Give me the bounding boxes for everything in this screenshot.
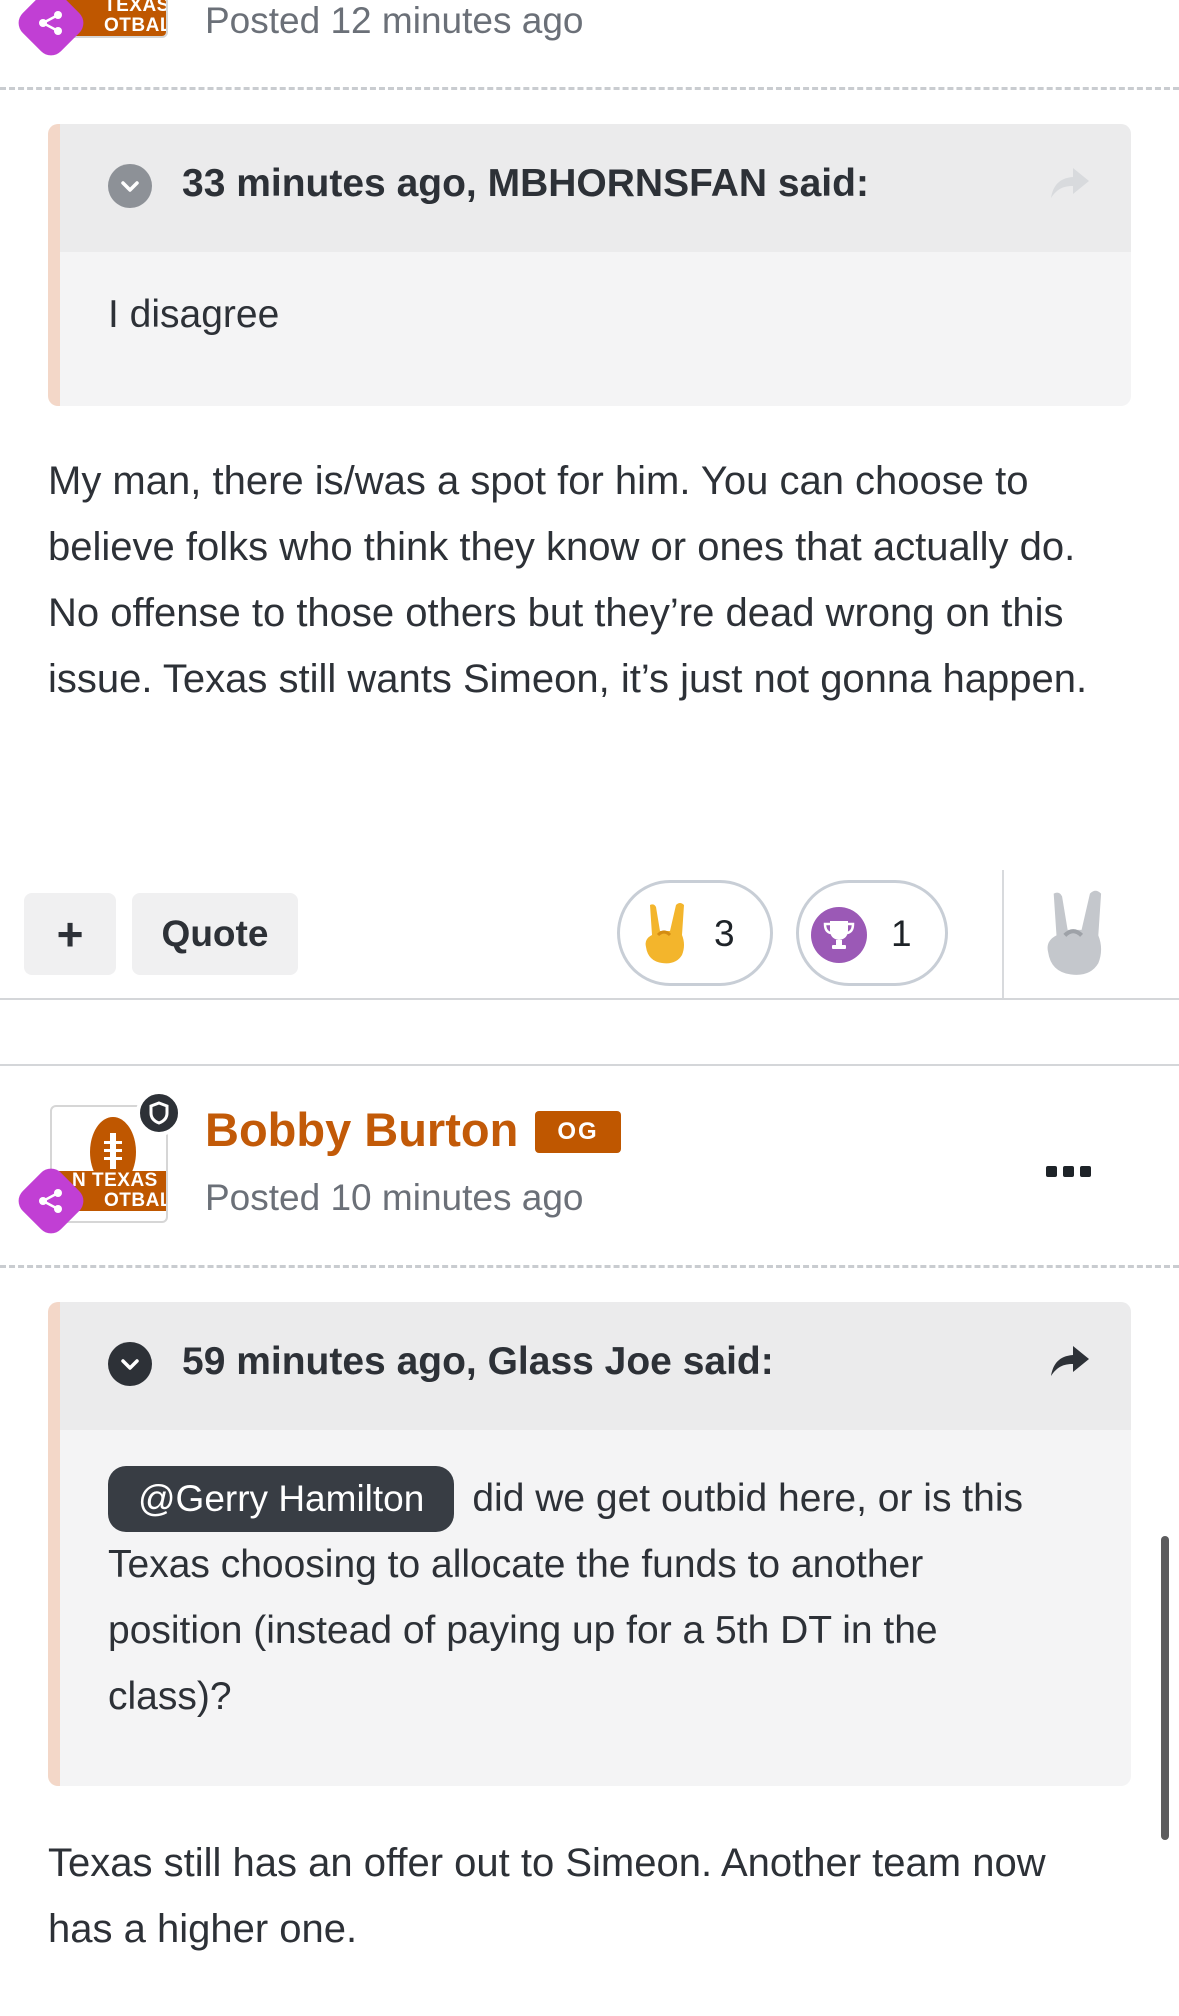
post-timestamp: Posted 10 minutes ago: [205, 1177, 584, 1218]
reaction-count: 1: [891, 913, 912, 954]
football-lace: [104, 1141, 122, 1144]
chevron-down-icon[interactable]: [108, 1342, 152, 1386]
quote-text: I disagree: [108, 293, 280, 336]
og-badge-icon: OG: [535, 1111, 621, 1153]
post-body: Texas still has an offer out to Simeon. …: [48, 1841, 1046, 1951]
scrollbar[interactable]: [1161, 1536, 1169, 1840]
horns-hand-icon: [642, 901, 690, 972]
divider: [0, 87, 1179, 90]
quote-citation: 33 minutes ago, MBHORNSFAN said:: [182, 162, 869, 205]
post-timestamp: Posted 12 minutes ago: [205, 0, 584, 41]
post-divider: [0, 1064, 1179, 1066]
quote-block: 33 minutes ago, MBHORNSFAN said: I disag…: [48, 124, 1131, 406]
quote-button-label: Quote: [161, 913, 269, 954]
quote-header[interactable]: 59 minutes ago, Glass Joe said:: [60, 1302, 1131, 1430]
quote-button[interactable]: Quote: [132, 893, 298, 975]
reaction-horns-pill[interactable]: 3: [617, 880, 773, 986]
share-badge-glyph: [24, 1174, 78, 1228]
post-body: My man, there is/was a spot for him. You…: [48, 459, 1088, 701]
quote-text: @Gerry Hamilton did we get outbid here, o…: [60, 1430, 1131, 1770]
react-horns-button-icon[interactable]: [1042, 888, 1110, 985]
share-arrow-icon[interactable]: [1049, 166, 1091, 205]
quote-header[interactable]: 33 minutes ago, MBHORNSFAN said:: [60, 124, 1131, 252]
post-options-icon[interactable]: [1046, 1166, 1091, 1177]
share-badge-glyph: [24, 0, 78, 50]
share-arrow-icon[interactable]: [1049, 1344, 1091, 1383]
add-button[interactable]: +: [24, 893, 116, 975]
football-lace: [104, 1149, 122, 1152]
trophy-icon: [811, 907, 867, 963]
post-divider: [0, 998, 1179, 1000]
shield-icon: [136, 1090, 182, 1136]
quote-block: 59 minutes ago, Glass Joe said: @Gerry H…: [48, 1302, 1131, 1786]
chevron-down-icon[interactable]: [108, 164, 152, 208]
plus-icon: +: [56, 908, 84, 960]
reaction-separator: [1002, 870, 1004, 998]
divider: [0, 1265, 1179, 1268]
user-mention[interactable]: @Gerry Hamilton: [108, 1466, 455, 1532]
og-badge-label: OG: [557, 1118, 599, 1145]
football-lace: [104, 1157, 122, 1160]
reaction-count: 3: [714, 913, 735, 954]
reaction-trophy-pill[interactable]: 1: [796, 880, 948, 986]
author-name[interactable]: Bobby Burton: [205, 1102, 518, 1157]
quote-citation: 59 minutes ago, Glass Joe said:: [182, 1340, 774, 1383]
